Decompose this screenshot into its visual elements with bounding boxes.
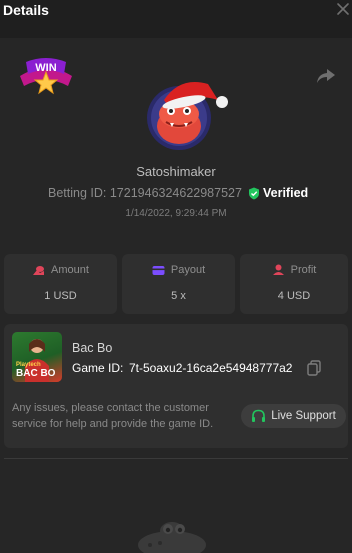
game-name: Bac Bo bbox=[72, 341, 113, 355]
betting-id-label: Betting ID: bbox=[48, 186, 107, 200]
shield-check-icon bbox=[249, 187, 259, 199]
game-id-label: Game ID: bbox=[72, 361, 124, 375]
verified-badge: Verified bbox=[248, 186, 308, 200]
stat-value-amount: 1 USD bbox=[44, 290, 77, 302]
stat-value-profit: 4 USD bbox=[277, 290, 311, 302]
copy-icon[interactable] bbox=[307, 360, 321, 376]
page-title: Details bbox=[3, 2, 49, 18]
wallet-icon bbox=[152, 265, 165, 275]
close-icon[interactable] bbox=[336, 0, 350, 18]
divider bbox=[4, 458, 348, 459]
live-support-label: Live Support bbox=[271, 410, 336, 422]
share-icon[interactable] bbox=[316, 67, 336, 85]
timestamp: 1/14/2022, 9:29:44 PM bbox=[125, 208, 227, 219]
profit-icon bbox=[272, 264, 284, 275]
betting-id: Betting ID: 1721946324622987527 bbox=[48, 186, 242, 200]
stat-label-amount: Amount bbox=[51, 264, 89, 276]
stat-card-amount: Amount 1 USD bbox=[4, 254, 117, 314]
support-notice: Any issues, please contact the customer … bbox=[12, 402, 214, 430]
game-card: Playtech BAC BO Bac Bo Game ID: 7t-5oaxu… bbox=[4, 324, 348, 448]
avatar bbox=[146, 66, 236, 158]
details-header: Details bbox=[0, 0, 352, 38]
username: Satoshimaker bbox=[136, 164, 216, 179]
game-thumb-title: BAC BO bbox=[16, 368, 56, 379]
live-support-button[interactable]: Live Support bbox=[241, 404, 346, 428]
stat-card-payout: Payout 5 x bbox=[122, 254, 235, 314]
mascot-icon bbox=[130, 513, 210, 553]
game-thumbnail[interactable]: Playtech BAC BO bbox=[12, 332, 62, 382]
betting-id-value: 1721946324622987527 bbox=[109, 186, 242, 200]
stat-value-payout: 5 x bbox=[171, 290, 186, 302]
stat-card-profit: Profit 4 USD bbox=[240, 254, 348, 314]
headset-icon bbox=[252, 409, 266, 422]
stat-label-payout: Payout bbox=[170, 264, 206, 276]
game-id-value: 7t-5oaxu2-16ca2e54948777a2 bbox=[129, 361, 293, 375]
stat-label-profit: Profit bbox=[290, 264, 317, 276]
coins-icon bbox=[33, 265, 45, 275]
win-badge-icon: WIN bbox=[16, 56, 76, 100]
verified-label: Verified bbox=[263, 186, 309, 200]
